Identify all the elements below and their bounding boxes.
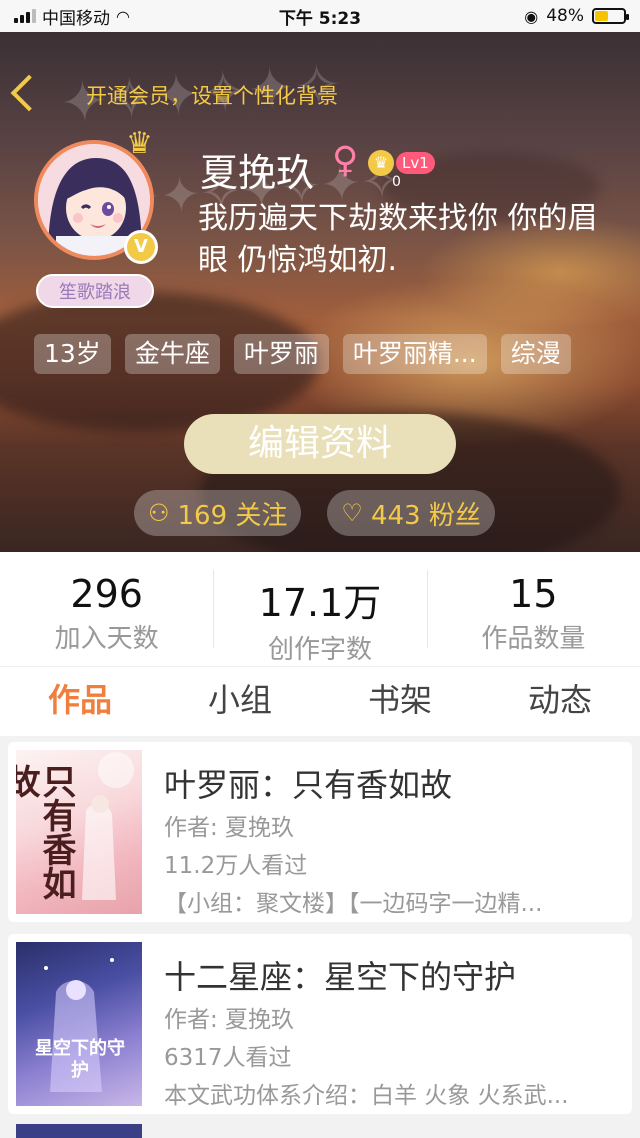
stat-value: 15 — [509, 572, 558, 616]
work-extra: 本文武功体系介绍：白羊 火象 火系武... — [164, 1083, 569, 1109]
tag-age[interactable]: 13岁 — [34, 334, 111, 374]
rotation-lock-icon: ◉ — [524, 6, 539, 26]
profile-tabs: 作品 小组 书架 动态 — [0, 666, 640, 736]
work-views: 6317人看过 — [164, 1045, 292, 1071]
work-title[interactable]: 十二星座：星空下的守护 — [164, 952, 516, 998]
book-cover[interactable]: 星空下的守护 — [16, 942, 142, 1106]
cover-title: 星空下的守护 — [35, 1038, 125, 1081]
stat-label: 作品数量 — [481, 624, 586, 654]
add-user-icon: ⚇ — [148, 499, 170, 527]
nickname: 夏挽玖 — [200, 151, 315, 195]
edit-profile-button[interactable]: 编辑资料 — [184, 414, 456, 474]
work-card[interactable]: 星空下的守护 十二星座：星空下的守护 作者: 夏挽玖 6317人看过 本文武功体… — [8, 934, 632, 1114]
followers-count: 443 粉丝 — [370, 500, 481, 531]
tag-interest[interactable]: 叶罗丽精... — [342, 334, 487, 374]
status-bar: 中国移动 ◠ 下午 5:23 ◉ 48% — [0, 0, 640, 32]
tab-groups[interactable]: 小组 — [160, 667, 320, 736]
vip-background-link[interactable]: 开通会员，设置个性化背景 — [86, 80, 338, 110]
level-value: 0 — [392, 174, 401, 190]
followers-button[interactable]: ♡ 443 粉丝 — [327, 490, 495, 536]
work-author: 作者: 夏挽玖 — [164, 1007, 295, 1033]
work-card[interactable]: 只有香如故 叶罗丽：只有香如故 作者: 夏挽玖 11.2万人看过 【小组：聚文楼… — [8, 742, 632, 922]
level-crown-icon: ♛ — [368, 150, 394, 176]
stat-label: 创作字数 — [267, 635, 372, 665]
wifi-icon: ◠ — [116, 6, 130, 26]
back-chevron-icon[interactable] — [10, 74, 48, 112]
status-right: ◉ 48% — [524, 6, 629, 26]
work-views: 11.2万人看过 — [164, 853, 308, 879]
avatar[interactable]: ♛ V — [34, 126, 158, 264]
book-cover[interactable]: 只有香如故 — [16, 750, 142, 914]
tab-bookshelf[interactable]: 书架 — [320, 667, 480, 736]
level-label: Lv1 — [396, 152, 435, 174]
stat-value: 296 — [70, 572, 143, 616]
work-title[interactable]: 叶罗丽：只有香如故 — [164, 760, 452, 806]
battery-fill — [595, 11, 609, 21]
tab-works[interactable]: 作品 — [0, 667, 160, 736]
female-gender-icon: ♀ — [332, 140, 359, 181]
verified-v-icon: V — [124, 230, 158, 264]
next-book-cover[interactable] — [16, 1124, 142, 1138]
stat-word-count: 17.1万 创作字数 — [213, 552, 426, 666]
tag-interest[interactable]: 综漫 — [500, 334, 571, 374]
profile-header: ✦✧✦✧✦✧ ✧✦✧✦✧✦✧ 开通会员，设置个性化背景 ♛ V 笙歌踏浪 夏挽玖… — [0, 32, 640, 552]
status-left: 中国移动 ◠ — [14, 4, 130, 29]
stats-bar: 296 加入天数 17.1万 创作字数 15 作品数量 — [0, 552, 640, 666]
follow-row: ⚇ 169 关注 ♡ 443 粉丝 — [134, 490, 495, 536]
tab-activity[interactable]: 动态 — [480, 667, 640, 736]
following-button[interactable]: ⚇ 169 关注 — [134, 490, 302, 536]
signal-icon — [14, 9, 36, 23]
battery-percent: 48% — [546, 6, 584, 26]
battery-icon — [592, 8, 629, 24]
profile-tags: 13岁 金牛座 叶罗丽 叶罗丽精... 综漫 — [34, 334, 571, 374]
level-badge[interactable]: ♛ Lv1 — [368, 150, 435, 176]
carrier-label: 中国移动 — [42, 8, 110, 29]
bio-text: 我历遍天下劫数来找你 你的眉眼 仍惊鸿如初. — [198, 201, 598, 278]
works-list: 只有香如故 叶罗丽：只有香如故 作者: 夏挽玖 11.2万人看过 【小组：聚文楼… — [8, 742, 632, 1126]
crown-icon: ♛ — [126, 126, 153, 161]
work-extra: 【小组：聚文楼】【一边码字一边精... — [164, 891, 543, 917]
stat-join-days: 296 加入天数 — [0, 552, 213, 666]
stat-label: 加入天数 — [54, 624, 159, 654]
heart-icon: ♡ — [341, 499, 363, 527]
cover-illustration — [82, 752, 134, 900]
stat-value: 17.1万 — [258, 581, 382, 625]
user-title-badge: 笙歌踏浪 — [36, 274, 154, 308]
tag-zodiac[interactable]: 金牛座 — [124, 334, 220, 374]
following-count: 169 关注 — [177, 500, 288, 531]
stat-works-count: 15 作品数量 — [426, 552, 640, 666]
work-author: 作者: 夏挽玖 — [164, 815, 295, 841]
tag-interest[interactable]: 叶罗丽 — [233, 334, 329, 374]
